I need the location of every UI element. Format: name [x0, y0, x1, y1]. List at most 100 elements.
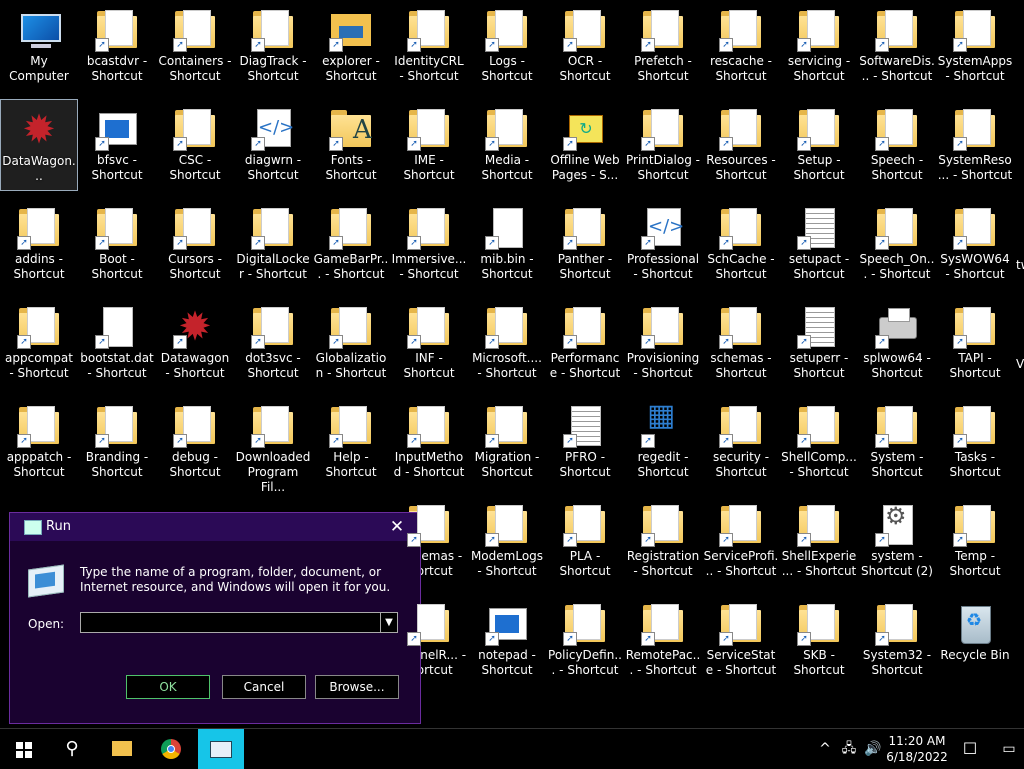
desktop-icon-recycle-bin[interactable]: Recycle Bin: [936, 594, 1014, 686]
desktop-icon-modemlogs-shortcut[interactable]: ➚ ModemLogs - Shortcut: [468, 495, 546, 587]
desktop-icon-offline-web-pages-s[interactable]: ↻ ➚ Offline Web Pages - S...: [546, 99, 624, 191]
desktop-icon-provisioning-shortcut[interactable]: ➚ Provisioning - Shortcut: [624, 297, 702, 389]
desktop-icon-pla-shortcut[interactable]: ➚ PLA - Shortcut: [546, 495, 624, 587]
open-combobox[interactable]: ▼: [80, 612, 398, 633]
desktop-icon-performance-shortcut[interactable]: ➚ Performance - Shortcut: [546, 297, 624, 389]
desktop-icon-migration-shortcut[interactable]: ➚ Migration - Shortcut: [468, 396, 546, 488]
desktop-icon-help-shortcut[interactable]: ➚ Help - Shortcut: [312, 396, 390, 488]
desktop-icon-printdialog-shortcut[interactable]: ➚ PrintDialog - Shortcut: [624, 99, 702, 191]
desktop-icon-tapi-shortcut[interactable]: ➚ TAPI - Shortcut: [936, 297, 1014, 389]
desktop-icon-appcompat-shortcut[interactable]: ➚ appcompat - Shortcut: [0, 297, 78, 389]
desktop-icon-tasks-shortcut[interactable]: ➚ Tasks - Shortcut: [936, 396, 1014, 488]
desktop-icon-regedit-shortcut[interactable]: ▦ ➚ regedit - Shortcut: [624, 396, 702, 488]
desktop-icon-servicing-shortcut[interactable]: ➚ servicing - Shortcut: [780, 0, 858, 92]
clock[interactable]: 11:20 AM 6/18/2022: [886, 729, 948, 769]
desktop-icon-serviceprofi-shortcut[interactable]: ➚ ServiceProfi... - Shortcut: [702, 495, 780, 587]
desktop-icon-mib-bin-shortcut[interactable]: ➚ mib.bin - Shortcut: [468, 198, 546, 290]
desktop-icon-syswow64-shortcut[interactable]: ➚ SysWOW64 - Shortcut: [936, 198, 1014, 290]
browse-button[interactable]: Browse...: [315, 675, 399, 699]
desktop-icon-bfsvc-shortcut[interactable]: ➚ bfsvc - Shortcut: [78, 99, 156, 191]
desktop-icon-security-shortcut[interactable]: ➚ security - Shortcut: [702, 396, 780, 488]
desktop-icon-globalization-shortcut[interactable]: ➚ Globalization - Shortcut: [312, 297, 390, 389]
desktop-icon-csc-shortcut[interactable]: ➚ CSC - Shortcut: [156, 99, 234, 191]
desktop-icon-identitycrl-shortcut[interactable]: ➚ IdentityCRL - Shortcut: [390, 0, 468, 92]
desktop-icon-policydefin-shortcut[interactable]: ➚ PolicyDefin... - Shortcut: [546, 594, 624, 686]
desktop-icon-shellexperie-shortcut[interactable]: ➚ ShellExperie... - Shortcut: [780, 495, 858, 587]
desktop-icon-skb-shortcut[interactable]: ➚ SKB - Shortcut: [780, 594, 858, 686]
desktop-icon-apppatch-shortcut[interactable]: ➚ apppatch - Shortcut: [0, 396, 78, 488]
search-icon[interactable]: ⚲: [48, 729, 96, 769]
volume-icon[interactable]: 🔊: [862, 729, 884, 769]
desktop-icon-ocr-shortcut[interactable]: ➚ OCR - Shortcut: [546, 0, 624, 92]
desktop-icon-splwow64-shortcut[interactable]: ➚ splwow64 - Shortcut: [858, 297, 936, 389]
desktop-icon-pfro-shortcut[interactable]: ➚ PFRO - Shortcut: [546, 396, 624, 488]
desktop-icon-inf-shortcut[interactable]: ➚ INF - Shortcut: [390, 297, 468, 389]
desktop-icon-softwaredis-shortcut[interactable]: ➚ SoftwareDis... - Shortcut: [858, 0, 936, 92]
desktop-icon-bootstat-dat-shortcut[interactable]: ➚ bootstat.dat - Shortcut: [78, 297, 156, 389]
desktop-icon-schemas-shortcut[interactable]: ➚ schemas - Shortcut: [702, 297, 780, 389]
file-explorer-taskbar-button[interactable]: [98, 729, 146, 769]
desktop-icon-datawagon[interactable]: ✹ DataWagon...: [0, 99, 78, 191]
run-dialog-titlebar[interactable]: Run ✕: [10, 513, 420, 541]
desktop-icon-label: DataWagon...: [2, 154, 76, 183]
desktop-icon-temp-shortcut[interactable]: ➚ Temp - Shortcut: [936, 495, 1014, 587]
desktop-icon-datawagon-shortcut[interactable]: ✹ ➚ Datawagon - Shortcut: [156, 297, 234, 389]
desktop-icon-explorer-shortcut[interactable]: ➚ explorer - Shortcut: [312, 0, 390, 92]
desktop-icon-logs-shortcut[interactable]: ➚ Logs - Shortcut: [468, 0, 546, 92]
desktop-icon-downloaded-program-fil[interactable]: ➚ Downloaded Program Fil...: [234, 396, 312, 494]
chevron-down-icon[interactable]: ▼: [380, 613, 397, 632]
desktop-icon-microsoft-shortcut[interactable]: ➚ Microsoft.... - Shortcut: [468, 297, 546, 389]
desktop-icon-ime-shortcut[interactable]: ➚ IME - Shortcut: [390, 99, 468, 191]
show-hidden-icons-chevron-up-icon[interactable]: ^: [814, 729, 836, 769]
desktop-icon-setupact-shortcut[interactable]: ➚ setupact - Shortcut: [780, 198, 858, 290]
desktop-icon-diagtrack-shortcut[interactable]: ➚ DiagTrack - Shortcut: [234, 0, 312, 92]
desktop-icon-servicestate-shortcut[interactable]: ➚ ServiceState - Shortcut: [702, 594, 780, 686]
desktop-icon-diagwrn-shortcut[interactable]: </> ➚ diagwrn - Shortcut: [234, 99, 312, 191]
desktop-icon-systemreso-shortcut[interactable]: ➚ SystemReso... - Shortcut: [936, 99, 1014, 191]
cancel-button[interactable]: Cancel: [222, 675, 306, 699]
desktop-icon-digitallocker-shortcut[interactable]: ➚ DigitalLocker - Shortcut: [234, 198, 312, 290]
desktop-icon-professional-shortcut[interactable]: </> ➚ Professional - Shortcut: [624, 198, 702, 290]
desktop-icon-speech-shortcut[interactable]: ➚ Speech - Shortcut: [858, 99, 936, 191]
desktop-icon-setup-shortcut[interactable]: ➚ Setup - Shortcut: [780, 99, 858, 191]
desktop-icon-immersive-shortcut[interactable]: ➚ Immersive... - Shortcut: [390, 198, 468, 290]
desktop-icon-bcastdvr-shortcut[interactable]: ➚ bcastdvr - Shortcut: [78, 0, 156, 92]
desktop-icon-registration-shortcut[interactable]: ➚ Registration - Shortcut: [624, 495, 702, 587]
desktop-icon-inputmethod-shortcut[interactable]: ➚ InputMethod - Shortcut: [390, 396, 468, 488]
desktop-icon-gamebarpr-shortcut[interactable]: ➚ GameBarPr... - Shortcut: [312, 198, 390, 290]
desktop-icon-notepad-shortcut[interactable]: ➚ notepad - Shortcut: [468, 594, 546, 686]
desktop-icon-branding-shortcut[interactable]: ➚ Branding - Shortcut: [78, 396, 156, 488]
desktop-icon-media-shortcut[interactable]: ➚ Media - Shortcut: [468, 99, 546, 191]
desktop-icon-setuperr-shortcut[interactable]: ➚ setuperr - Shortcut: [780, 297, 858, 389]
network-icon[interactable]: 🖧: [838, 729, 860, 769]
desktop-icon-system-shortcut[interactable]: ➚ System - Shortcut: [858, 396, 936, 488]
notification-icon[interactable]: ☐: [956, 729, 984, 769]
desktop-icon-my-computer[interactable]: My Computer: [0, 0, 78, 92]
desktop-icon-fonts-shortcut[interactable]: A ➚ Fonts - Shortcut: [312, 99, 390, 191]
desktop-icon-containers-shortcut[interactable]: ➚ Containers - Shortcut: [156, 0, 234, 92]
desktop-icon-prefetch-shortcut[interactable]: ➚ Prefetch - Shortcut: [624, 0, 702, 92]
run-taskbar-button[interactable]: [198, 729, 244, 769]
desktop-icon-speech-on-shortcut[interactable]: ➚ Speech_On... - Shortcut: [858, 198, 936, 290]
show-desktop-button[interactable]: ▭: [996, 729, 1022, 769]
desktop-icon-dot3svc-shortcut[interactable]: ➚ dot3svc - Shortcut: [234, 297, 312, 389]
desktop-icon-systemapps-shortcut[interactable]: ➚ SystemApps - Shortcut: [936, 0, 1014, 92]
desktop-icon-addins-shortcut[interactable]: ➚ addins - Shortcut: [0, 198, 78, 290]
desktop-icon-system32-shortcut[interactable]: ➚ System32 - Shortcut: [858, 594, 936, 686]
cubes-shape: ▦: [647, 398, 676, 433]
open-input[interactable]: [81, 613, 379, 632]
desktop-icon-rescache-shortcut[interactable]: ➚ rescache - Shortcut: [702, 0, 780, 92]
desktop-icon-cursors-shortcut[interactable]: ➚ Cursors - Shortcut: [156, 198, 234, 290]
desktop-icon-system-shortcut-2[interactable]: ⚙ ➚ system - Shortcut (2): [858, 495, 936, 587]
desktop-icon-shellcomp-shortcut[interactable]: ➚ ShellComp... - Shortcut: [780, 396, 858, 488]
chrome-taskbar-button[interactable]: [148, 729, 196, 769]
desktop-icon-boot-shortcut[interactable]: ➚ Boot - Shortcut: [78, 198, 156, 290]
desktop-icon-panther-shortcut[interactable]: ➚ Panther - Shortcut: [546, 198, 624, 290]
ok-button[interactable]: OK: [126, 675, 210, 699]
desktop-icon-schcache-shortcut[interactable]: ➚ SchCache - Shortcut: [702, 198, 780, 290]
start-button[interactable]: [0, 729, 48, 769]
desktop-icon-remotepac-shortcut[interactable]: ➚ RemotePac... - Shortcut: [624, 594, 702, 686]
desktop-icon-resources-shortcut[interactable]: ➚ Resources - Shortcut: [702, 99, 780, 191]
desktop-icon-label: Help - Shortcut: [325, 450, 377, 479]
desktop-icon-debug-shortcut[interactable]: ➚ debug - Shortcut: [156, 396, 234, 488]
